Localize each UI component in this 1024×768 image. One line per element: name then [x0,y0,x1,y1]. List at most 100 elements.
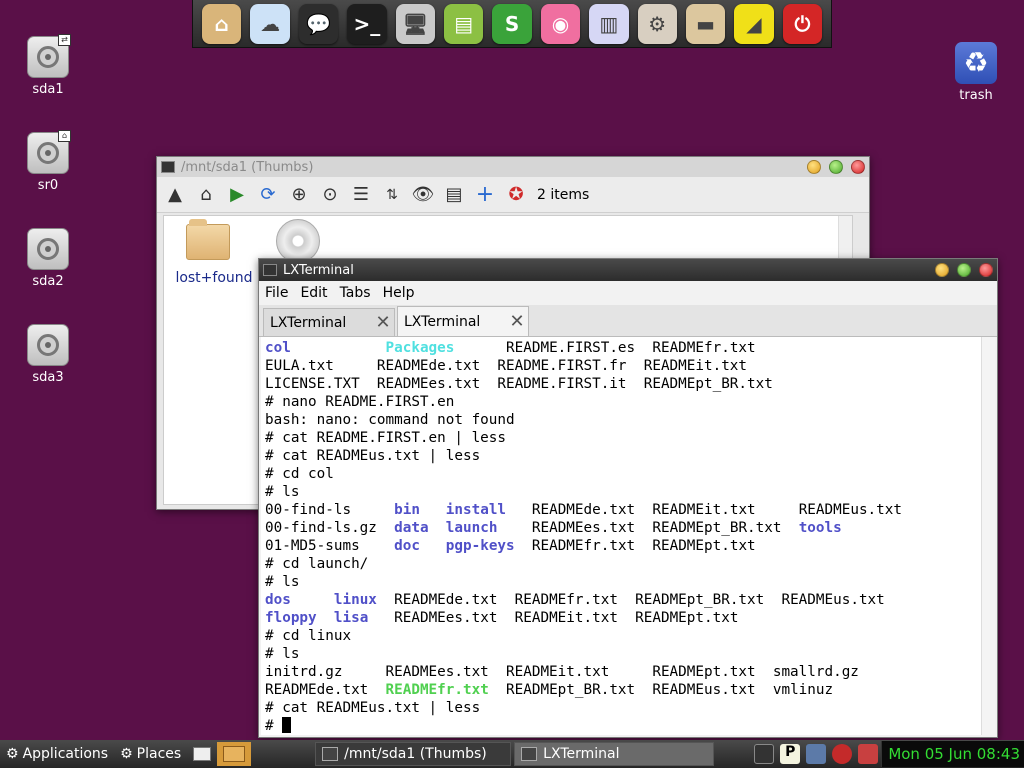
go-icon[interactable]: ▶ [225,183,249,207]
terminal-line: col Packages README.FIRST.es READMEfr.tx… [265,339,977,357]
help-lifebuoy-icon[interactable]: ✪ [504,183,528,207]
cdrom-icon[interactable] [276,219,320,263]
places-menu[interactable]: ⚙ Places [114,742,187,766]
terminal-text: # cat READMEus.txt | less [265,700,481,716]
vertical-scrollbar[interactable] [981,337,995,735]
terminal-text: 00-find-ls [265,502,395,518]
terminal-line: # ls [265,645,977,663]
terminal-text: # cd col [265,466,334,482]
terminal-text: READMEes.txt READMEit.txt READMEpt.txt [368,610,739,626]
add-icon[interactable]: + [473,182,497,207]
zoom-fit-icon[interactable]: ⊙ [318,183,342,207]
volume-icon[interactable] [832,744,853,764]
folder-icon[interactable] [186,219,230,260]
desktop-icon-label: trash [959,88,993,103]
terminal-text: READMEpt_BR.txt READMEus.txt vmlinuz [488,682,834,698]
maximize-button[interactable] [957,263,971,277]
terminal-window: LXTerminal File Edit Tabs Help LXTermina… [258,258,998,738]
terminal-text: READMEde.txt READMEit.txt READMEus.txt [506,502,902,518]
desktop-icon-sr0[interactable]: ⌂ sr0 [13,130,83,193]
taskbar: ⚙ Applications ⚙ Places /mnt/sda1 (Thumb… [0,740,1024,768]
ruler-icon[interactable]: ◢ [734,3,774,44]
close-tab-icon[interactable]: ✕ [506,311,528,332]
terminal-output[interactable]: col Packages README.FIRST.es READMEfr.tx… [261,337,981,735]
terminal-text: READMEde.txt READMEfr.txt READMEpt_BR.tx… [376,592,885,608]
desktop-icon-trash[interactable]: ♻ trash [941,42,1011,103]
folder-label[interactable]: lost+found [168,270,260,286]
zoom-in-icon[interactable]: ⊕ [287,183,311,207]
close-button[interactable] [851,160,865,174]
power-icon[interactable]: ⏻ [782,3,823,44]
eye-icon[interactable]: 👁 [411,183,435,207]
terminal-line: dos linux READMEde.txt READMEfr.txt READ… [265,591,977,609]
minimize-button[interactable] [807,160,821,174]
close-tab-icon[interactable]: ✕ [372,312,394,333]
tab-label: LXTerminal [404,313,481,330]
terminal-text: # cat README.FIRST.en | less [265,430,507,446]
applications-label: Applications [22,746,109,762]
maximize-button[interactable] [829,160,843,174]
terminal-text: # cd launch/ [265,556,369,572]
tab-terminal-1[interactable]: LXTerminal ✕ [263,308,395,336]
terminal-text: # ls [265,646,300,662]
terminal-text: install [445,502,507,518]
display-settings-icon[interactable] [806,744,827,764]
terminal-line: initrd.gz READMEes.txt READMEit.txt READ… [265,663,977,681]
terminal-text: dos [265,592,291,608]
terminal-icon[interactable]: >_ [347,3,387,44]
terminal-text: 01-MD5-sums [265,538,395,554]
terminal-window-icon [521,747,538,761]
tab-terminal-2[interactable]: LXTerminal ✕ [397,306,529,336]
menu-tabs[interactable]: Tabs [340,285,371,301]
color-icon[interactable]: ◉ [540,3,581,44]
desktop-icon-sda3[interactable]: sda3 [13,324,83,385]
terminal-text: # cd linux [265,628,352,644]
terminal-text: # ls [265,484,300,500]
taskbar-task-terminal[interactable]: LXTerminal [514,742,715,766]
clock[interactable]: Mon 05 Jun 08:43 [881,741,1024,767]
menu-help[interactable]: Help [383,285,415,301]
desktop-icon-label: sda3 [32,370,64,385]
editor-icon[interactable]: P [780,744,801,764]
cloud-icon[interactable]: ☁ [250,3,290,44]
details-view-icon[interactable]: ▤ [442,183,466,207]
minimize-button[interactable] [935,263,949,277]
desktop-icon-sda1[interactable]: ⇄ sda1 [13,34,83,97]
terminal-text: lisa [333,610,369,626]
terminal-line: # ls [265,483,977,501]
home-folder-icon[interactable]: ⌂ [202,3,242,44]
display-icon[interactable]: 🖥 [395,3,435,44]
sort-icon[interactable]: ⇅ [380,183,404,207]
up-arrow-icon[interactable]: ▲ [163,183,187,207]
menu-edit[interactable]: Edit [300,285,327,301]
terminal-line: # cat READMEus.txt | less [265,699,977,717]
show-desktop-button[interactable] [187,742,217,766]
network-icon[interactable] [754,744,775,764]
terminal-titlebar[interactable]: LXTerminal [259,259,997,281]
menu-file[interactable]: File [265,285,288,301]
close-button[interactable] [979,263,993,277]
settings-icon[interactable]: ⚙ [637,3,677,44]
box-icon[interactable]: ▬ [685,3,726,44]
notes-icon[interactable]: ▥ [589,3,629,44]
file-manager-launcher[interactable] [217,742,252,766]
list-view-icon[interactable]: ☰ [349,183,373,207]
home-icon[interactable]: ⌂ [194,183,218,207]
file-manager-titlebar[interactable]: /mnt/sda1 (Thumbs) [157,157,869,177]
folder-icon [223,746,246,762]
applications-menu[interactable]: ⚙ Applications [0,742,114,766]
spreadsheet-icon[interactable]: S [492,3,532,44]
terminal-text: READMEfr.txt [385,682,489,698]
hard-disk-icon [27,324,69,366]
taskbar-task-file-manager[interactable]: /mnt/sda1 (Thumbs) [315,742,512,766]
chat-icon[interactable]: 💬 [298,3,339,44]
desktop-icon-sda2[interactable]: sda2 [13,228,83,289]
window-title: LXTerminal [283,262,354,278]
shield-icon[interactable] [858,744,879,764]
document-icon[interactable]: ▤ [443,3,484,44]
refresh-icon[interactable]: ⟳ [256,183,280,207]
terminal-text: # cat READMEus.txt | less [265,448,481,464]
terminal-text: Packages [385,340,455,356]
terminal-line: # cd linux [265,627,977,645]
terminal-line: # cat READMEus.txt | less [265,447,977,465]
